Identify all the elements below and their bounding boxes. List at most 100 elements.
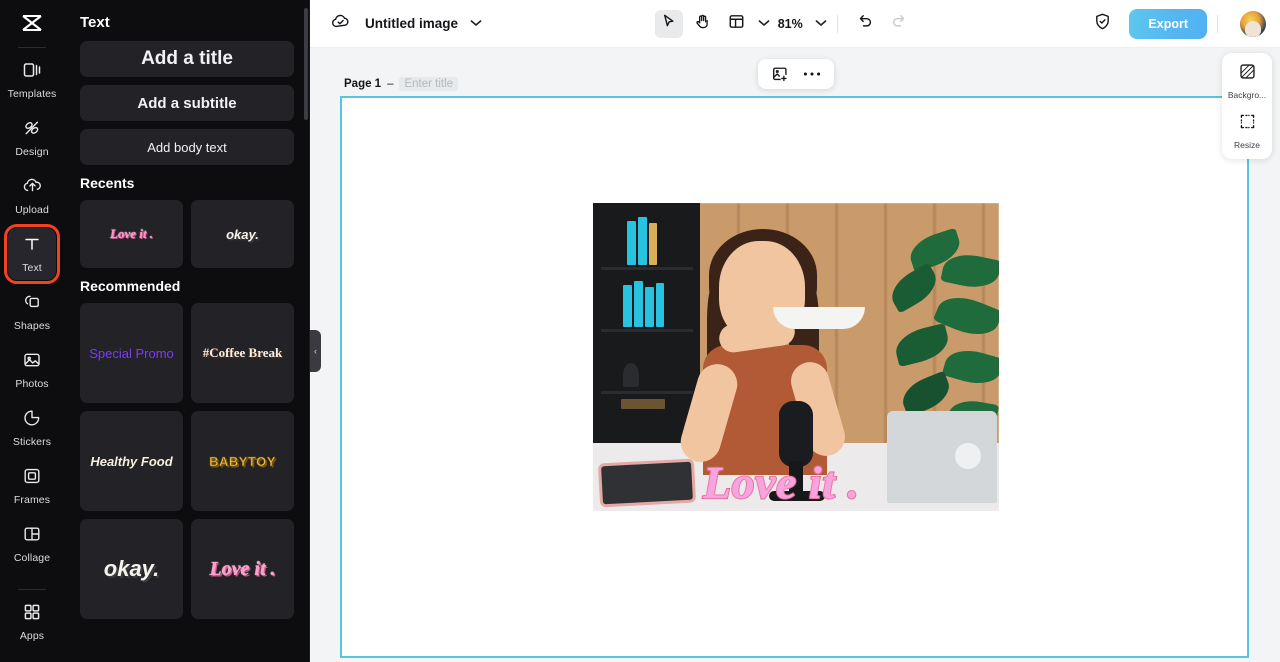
design-icon <box>22 118 42 143</box>
photos-icon <box>22 350 42 375</box>
panel-collapse-handle[interactable]: ‹ <box>310 330 321 372</box>
dock-item-label: Resize <box>1234 140 1260 150</box>
sidebar-item-label: Photos <box>15 378 49 390</box>
sidebar-item-apps[interactable]: Apps <box>8 596 56 648</box>
sidebar-item-design[interactable]: Design <box>8 112 56 164</box>
chevron-down-icon[interactable] <box>470 18 482 30</box>
main-area: Untitled image 81% Export Page 1 – Enter… <box>310 0 1280 662</box>
avatar[interactable] <box>1240 10 1267 37</box>
recent-text-style-tile[interactable]: okay. <box>191 200 294 268</box>
sidebar-item-label: Frames <box>13 494 51 506</box>
recommended-text-style-tile[interactable]: okay. <box>80 519 183 619</box>
undo-icon <box>856 12 874 35</box>
zoom-chevron-down-icon[interactable] <box>815 18 827 30</box>
rail-divider-bottom <box>18 589 46 590</box>
frames-icon <box>22 466 42 491</box>
export-button[interactable]: Export <box>1129 8 1208 39</box>
canvas-floating-toolbar <box>758 59 834 89</box>
sidebar-item-frames[interactable]: Frames <box>8 460 56 512</box>
capcut-logo-icon[interactable] <box>0 0 64 46</box>
dock-item-resize[interactable]: Resize <box>1223 112 1271 150</box>
sidebar-item-text[interactable]: Text <box>4 224 60 284</box>
panel-scrollbar[interactable] <box>304 8 308 120</box>
left-rail: Templates Design Upload Text Shapes Phot… <box>0 0 64 662</box>
hand-pan-icon <box>694 13 711 35</box>
sidebar-item-label: Design <box>15 146 49 158</box>
sidebar-item-stickers[interactable]: Stickers <box>8 402 56 454</box>
document-title[interactable]: Untitled image <box>365 16 458 31</box>
sidebar-item-collage[interactable]: Collage <box>8 518 56 570</box>
collage-icon <box>22 524 42 549</box>
cloud-saved-icon[interactable] <box>330 11 351 37</box>
tile-label: okay. <box>226 226 259 242</box>
upload-cloud-icon <box>22 176 43 201</box>
undo-button[interactable] <box>851 10 879 38</box>
background-icon <box>1238 62 1257 86</box>
redo-icon <box>890 12 908 35</box>
stickers-icon <box>22 408 42 433</box>
toolbar-divider <box>836 14 838 33</box>
layout-chevron-down-icon[interactable] <box>758 18 770 30</box>
artboard[interactable]: Love it . <box>340 96 1249 658</box>
recent-text-style-tile[interactable]: Love it . <box>80 200 183 268</box>
sidebar-item-templates[interactable]: Templates <box>8 54 56 106</box>
tile-label: Healthy Food <box>90 453 173 469</box>
add-image-icon[interactable] <box>771 65 789 83</box>
recommended-grid: Special Promo #Coffee Break Healthy Food… <box>80 303 294 619</box>
tile-label: #Coffee Break <box>202 345 283 360</box>
photo-bowl <box>773 307 865 329</box>
tile-label: okay. <box>103 556 160 581</box>
canvas-overlay-text[interactable]: Love it . <box>702 456 860 509</box>
dock-item-label: Backgro... <box>1227 90 1267 100</box>
canvas-photo[interactable]: Love it . <box>593 203 999 511</box>
recents-heading: Recents <box>80 175 135 191</box>
photo-laptop <box>887 411 997 503</box>
sidebar-item-label: Collage <box>13 552 51 564</box>
recommended-text-style-tile[interactable]: Healthy Food <box>80 411 183 511</box>
tile-label: Love it . <box>209 557 276 580</box>
toolbar-divider-2 <box>1217 14 1219 33</box>
recommended-text-style-tile[interactable]: #Coffee Break <box>191 303 294 403</box>
recommended-text-style-tile[interactable]: BABYTOY <box>191 411 294 511</box>
rail-divider-top <box>18 47 46 48</box>
templates-icon <box>22 60 42 85</box>
panel-title: Text <box>80 14 110 31</box>
sidebar-item-label: Stickers <box>12 436 52 448</box>
recommended-heading: Recommended <box>80 278 181 294</box>
sidebar-item-photos[interactable]: Photos <box>8 344 56 396</box>
text-icon <box>22 234 42 259</box>
select-tool-button[interactable] <box>654 9 683 38</box>
recommended-text-style-tile[interactable]: Special Promo <box>80 303 183 403</box>
recommended-text-style-tile[interactable]: Love it . <box>191 519 294 619</box>
add-body-text-button[interactable]: Add body text <box>80 129 294 165</box>
add-title-button[interactable]: Add a title <box>80 41 294 77</box>
right-dock: Backgro... Resize <box>1222 53 1272 159</box>
chevron-left-icon: ‹ <box>314 346 317 356</box>
add-subtitle-button[interactable]: Add a subtitle <box>80 85 294 121</box>
recents-grid: Love it . okay. <box>80 200 294 268</box>
sidebar-item-label: Upload <box>15 204 49 216</box>
shield-check-icon <box>1093 12 1112 36</box>
hand-tool-button[interactable] <box>689 10 717 38</box>
page-dash: – <box>387 78 394 90</box>
layout-tool-button[interactable] <box>723 10 751 38</box>
tile-label: BABYTOY <box>209 453 276 469</box>
sidebar-item-shapes[interactable]: Shapes <box>8 286 56 338</box>
layout-panel-icon <box>728 13 745 35</box>
more-horizontal-icon[interactable] <box>803 71 821 77</box>
text-panel: Text Add a title Add a subtitle Add body… <box>64 0 310 662</box>
redo-button[interactable] <box>885 10 913 38</box>
apps-icon <box>22 602 42 627</box>
tile-label: Special Promo <box>89 345 174 361</box>
photo-tablet <box>597 458 697 508</box>
shield-button[interactable] <box>1088 10 1116 38</box>
canvas-zone[interactable]: Page 1 – Enter title Backgro... Resize L… <box>310 48 1280 662</box>
page-title-input[interactable]: Enter title <box>399 77 459 91</box>
tile-label: Love it . <box>110 226 153 241</box>
sidebar-item-upload[interactable]: Upload <box>8 170 56 222</box>
zoom-level[interactable]: 81% <box>778 17 803 31</box>
resize-icon <box>1238 112 1257 136</box>
shapes-icon <box>22 292 42 317</box>
sidebar-item-label: Apps <box>19 630 45 642</box>
dock-item-background[interactable]: Backgro... <box>1223 62 1271 100</box>
